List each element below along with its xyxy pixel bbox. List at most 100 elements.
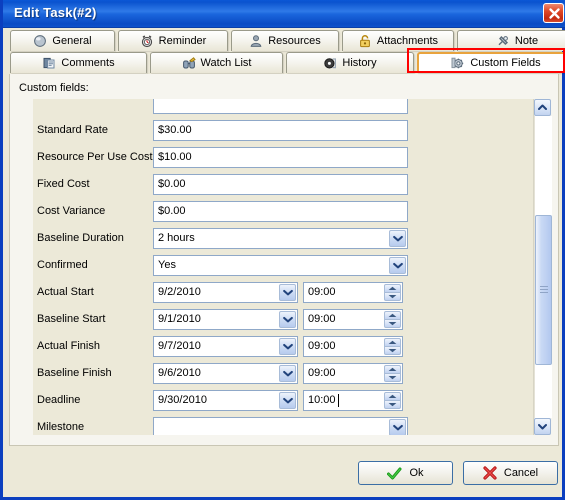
tab-general[interactable]: General xyxy=(10,30,115,51)
ok-button[interactable]: Ok xyxy=(358,461,453,485)
field-row: Baseline Duration 2 hours xyxy=(19,226,549,253)
time-spinner-decrement[interactable] xyxy=(384,319,401,328)
custom-fields-panel: Custom fields: Standard Rate $30.00 Resour… xyxy=(9,74,559,446)
time-spinner-deadline[interactable]: 10:00 xyxy=(303,390,403,411)
field-row: Standard Rate $30.00 xyxy=(19,118,549,145)
time-spinner-decrement[interactable] xyxy=(384,373,401,382)
close-button[interactable] xyxy=(543,3,564,23)
tab-attachments[interactable]: Attachments xyxy=(342,30,454,51)
input-cost-variance[interactable]: $0.00 xyxy=(153,201,408,222)
combobox-dropdown-button[interactable] xyxy=(389,419,406,435)
combobox-milestone[interactable] xyxy=(153,417,408,435)
check-icon xyxy=(387,467,402,479)
datepicker-dropdown-button[interactable] xyxy=(279,338,296,355)
combobox-value: Yes xyxy=(158,259,176,271)
tab-label: Attachments xyxy=(376,35,439,47)
tab-label: Custom Fields xyxy=(470,56,541,69)
clock-icon xyxy=(323,56,337,70)
time-spinner-decrement[interactable] xyxy=(384,292,401,301)
edit-task-dialog: Edit Task(#2) General Reminder Resources At… xyxy=(0,0,565,500)
time-spinner-actual-start[interactable]: 09:00 xyxy=(303,282,403,303)
field-label: Standard Rate xyxy=(37,124,108,136)
combobox-baseline-duration[interactable]: 2 hours xyxy=(153,228,408,249)
tab-resources[interactable]: Resources xyxy=(231,30,339,51)
input-field-0[interactable] xyxy=(153,99,408,114)
padlock-icon xyxy=(360,35,370,48)
tab-label: Comments xyxy=(61,57,115,69)
tab-history[interactable]: History xyxy=(286,52,414,73)
vertical-scrollbar[interactable] xyxy=(533,99,552,435)
triangle-up-icon xyxy=(388,286,397,290)
input-value: $0.00 xyxy=(158,205,186,217)
tab-comments[interactable]: Comments xyxy=(10,52,147,73)
time-spinner-decrement[interactable] xyxy=(384,400,401,409)
title-bar[interactable]: Edit Task(#2) xyxy=(3,0,565,28)
chevron-down-icon xyxy=(538,424,547,430)
datepicker-deadline[interactable]: 9/30/2010 xyxy=(153,390,298,411)
field-row: Actual Start 9/2/2010 09:00 xyxy=(19,280,549,307)
binoculars-icon xyxy=(182,57,196,69)
scrollbar-thumb[interactable] xyxy=(535,215,552,365)
tab-custom-fields[interactable]: Custom Fields xyxy=(417,52,565,73)
chevron-down-icon xyxy=(282,343,293,350)
datepicker-value: 9/1/2010 xyxy=(158,313,201,325)
text-cursor xyxy=(338,394,339,407)
triangle-down-icon xyxy=(388,403,397,407)
ok-button-label: Ok xyxy=(409,467,424,479)
custom-fields-caption: Custom fields: xyxy=(19,82,89,94)
chevron-down-icon xyxy=(282,289,293,296)
datepicker-dropdown-button[interactable] xyxy=(279,284,296,301)
cancel-button[interactable]: Cancel xyxy=(463,461,558,485)
notes-icon xyxy=(42,56,56,70)
time-spinner-value: 09:00 xyxy=(308,367,336,379)
datepicker-actual-start[interactable]: 9/2/2010 xyxy=(153,282,298,303)
gear-icon xyxy=(451,57,464,68)
field-label: Deadline xyxy=(37,394,81,406)
time-spinner-baseline-start[interactable]: 09:00 xyxy=(303,309,403,330)
time-spinner-actual-finish[interactable]: 09:00 xyxy=(303,336,403,357)
tab-note[interactable]: Note xyxy=(457,30,565,51)
clock-icon xyxy=(324,58,337,69)
triangle-down-icon xyxy=(388,349,397,353)
datepicker-value: 9/6/2010 xyxy=(158,367,201,379)
input-standard-rate[interactable]: $30.00 xyxy=(153,120,408,141)
input-resource-per-use-cost[interactable]: $10.00 xyxy=(153,147,408,168)
cross-icon xyxy=(483,466,497,480)
alarm-clock-icon xyxy=(141,35,152,48)
time-spinner-decrement[interactable] xyxy=(384,346,401,355)
scroll-down-button[interactable] xyxy=(534,418,551,435)
time-spinner-baseline-finish[interactable]: 09:00 xyxy=(303,363,403,384)
combobox-dropdown-button[interactable] xyxy=(389,230,406,247)
datepicker-actual-finish[interactable]: 9/7/2010 xyxy=(153,336,298,357)
time-spinner-value: 10:00 xyxy=(308,394,336,406)
triangle-down-icon xyxy=(388,376,397,380)
field-row: Actual Finish 9/7/2010 09:00 xyxy=(19,334,549,361)
cancel-button-label: Cancel xyxy=(503,467,539,479)
chevron-down-icon xyxy=(282,397,293,404)
triangle-down-icon xyxy=(388,295,397,299)
datepicker-value: 9/2/2010 xyxy=(158,286,201,298)
chevron-up-icon xyxy=(538,104,547,110)
datepicker-baseline-start[interactable]: 9/1/2010 xyxy=(153,309,298,330)
input-fixed-cost[interactable]: $0.00 xyxy=(153,174,408,195)
combobox-dropdown-button[interactable] xyxy=(389,257,406,274)
scroll-up-button[interactable] xyxy=(534,99,551,116)
combobox-confirmed[interactable]: Yes xyxy=(153,255,408,276)
datepicker-dropdown-button[interactable] xyxy=(279,311,296,328)
pushpin-icon xyxy=(496,34,510,48)
field-label: Actual Finish xyxy=(37,340,100,352)
triangle-down-icon xyxy=(388,322,397,326)
datepicker-baseline-finish[interactable]: 9/6/2010 xyxy=(153,363,298,384)
field-row: Cost Variance $0.00 xyxy=(19,199,549,226)
person-icon xyxy=(250,35,262,47)
tab-label: General xyxy=(52,35,92,47)
triangle-up-icon xyxy=(388,313,397,317)
datepicker-dropdown-button[interactable] xyxy=(279,365,296,382)
scrollbar-track[interactable] xyxy=(534,116,552,418)
chevron-down-icon xyxy=(282,316,293,323)
datepicker-dropdown-button[interactable] xyxy=(279,392,296,409)
tab-reminder[interactable]: Reminder xyxy=(118,30,228,51)
tab-watch-list[interactable]: Watch List xyxy=(150,52,283,73)
field-label: Baseline Finish xyxy=(37,367,112,379)
datepicker-value: 9/30/2010 xyxy=(158,394,207,406)
